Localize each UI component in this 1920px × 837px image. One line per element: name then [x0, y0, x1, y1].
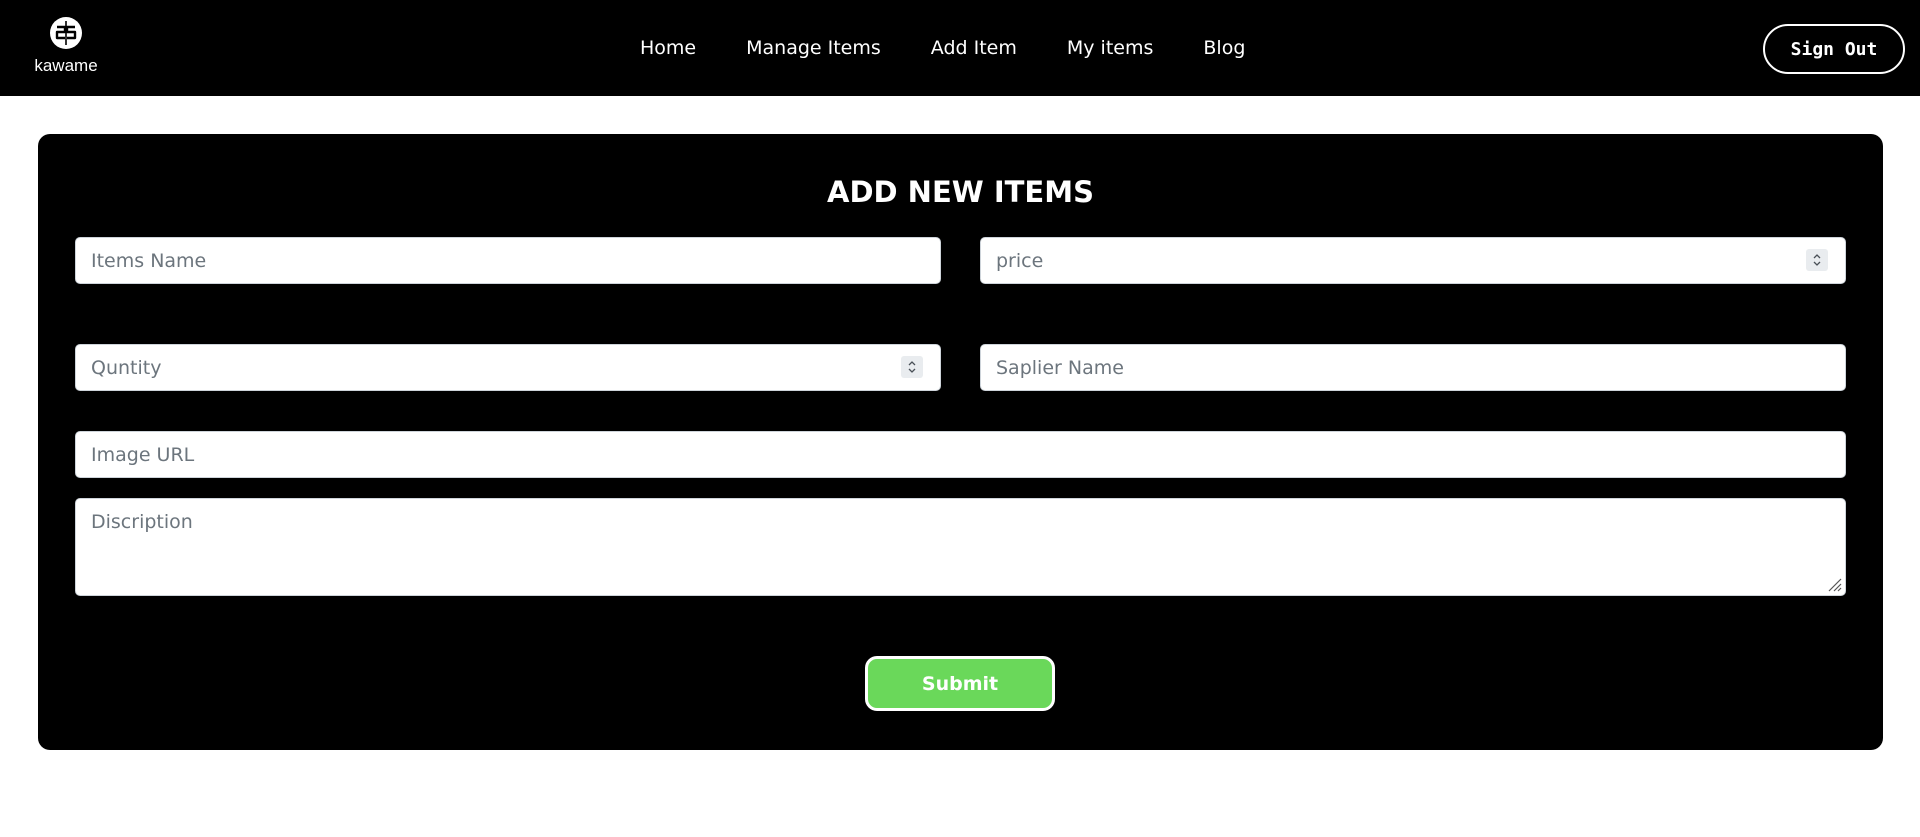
items-name-input[interactable]	[75, 237, 941, 284]
nav-blog[interactable]: Blog	[1203, 36, 1245, 60]
price-spinner-icon[interactable]	[1806, 249, 1828, 271]
brand-name: kawame	[34, 56, 98, 75]
nav-manage-items[interactable]: Manage Items	[746, 36, 881, 60]
supplier-name-input[interactable]	[980, 344, 1846, 391]
main-nav: Home Manage Items Add Item My items Blog	[640, 0, 1245, 96]
submit-button[interactable]: Submit	[865, 656, 1055, 711]
nav-add-item[interactable]: Add Item	[931, 36, 1017, 60]
nav-home[interactable]: Home	[640, 36, 696, 60]
description-textarea[interactable]	[75, 498, 1846, 596]
quantity-input[interactable]	[75, 344, 941, 391]
image-url-input[interactable]	[75, 431, 1846, 478]
quantity-spinner-icon[interactable]	[901, 356, 923, 378]
brand-logo-link[interactable]: kawame	[30, 16, 102, 76]
price-input[interactable]	[980, 237, 1846, 284]
add-item-form-card: ADD NEW ITEMS Submit	[38, 134, 1883, 750]
sign-out-button[interactable]: Sign Out	[1763, 24, 1905, 74]
top-navbar: kawame Home Manage Items Add Item My ite…	[0, 0, 1920, 96]
form-title: ADD NEW ITEMS	[827, 175, 1094, 209]
kawame-logo-icon	[50, 17, 82, 49]
nav-my-items[interactable]: My items	[1067, 36, 1154, 60]
resize-grip-icon[interactable]	[1826, 576, 1842, 592]
